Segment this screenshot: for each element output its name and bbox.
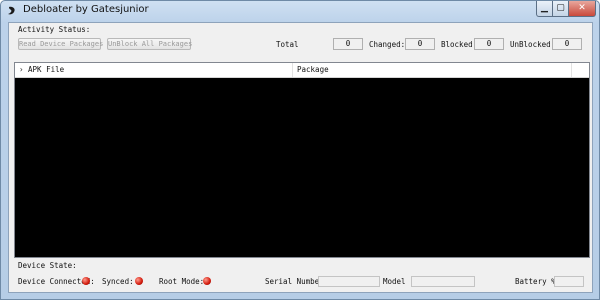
model-label: Model [383, 277, 406, 286]
app-icon [8, 6, 15, 15]
window-title: Debloater by Gatesjunior [23, 4, 149, 15]
sort-chevron-icon: › [19, 65, 24, 74]
total-label: Total [276, 40, 299, 49]
blocked-label: Blocked [441, 40, 473, 49]
main-panel: Activity Status: Read Device Packages Un… [8, 22, 593, 293]
serial-number-field [318, 276, 380, 287]
column-package[interactable]: Package [293, 63, 572, 77]
column-apk-file-label: APK File [28, 65, 65, 74]
close-button[interactable]: ✕ [568, 1, 596, 17]
total-count: 0 [333, 38, 363, 50]
list-header: › APK File Package [15, 63, 589, 78]
device-state-label: Device State: [18, 261, 77, 270]
activity-status-label: Activity Status: [18, 25, 91, 34]
unblocked-label: UnBlocked: [510, 40, 556, 49]
synced-label: Synced: [102, 277, 134, 286]
changed-count: 0 [405, 38, 435, 50]
minimize-button[interactable]: ▁ [536, 1, 553, 17]
changed-label: Changed: [369, 40, 406, 49]
read-device-packages-button[interactable]: Read Device Packages [18, 38, 103, 50]
synced-indicator [135, 277, 143, 285]
model-field [411, 276, 475, 287]
title-bar[interactable]: Debloater by Gatesjunior ▁ ▢ ✕ [1, 1, 599, 21]
column-package-label: Package [297, 65, 329, 74]
app-window: Debloater by Gatesjunior ▁ ▢ ✕ Activity … [0, 0, 600, 300]
unblock-all-packages-button[interactable]: UnBlock All Packages [107, 38, 192, 50]
battery-field [554, 276, 584, 287]
device-connected-indicator [82, 277, 90, 285]
column-spacer [572, 63, 589, 77]
maximize-button[interactable]: ▢ [552, 1, 569, 17]
blocked-count: 0 [474, 38, 504, 50]
package-list[interactable]: › APK File Package [14, 62, 590, 258]
root-mode-label: Root Mode: [159, 277, 205, 286]
unblocked-count: 0 [552, 38, 582, 50]
column-apk-file[interactable]: › APK File [15, 63, 293, 77]
root-mode-indicator [203, 277, 211, 285]
